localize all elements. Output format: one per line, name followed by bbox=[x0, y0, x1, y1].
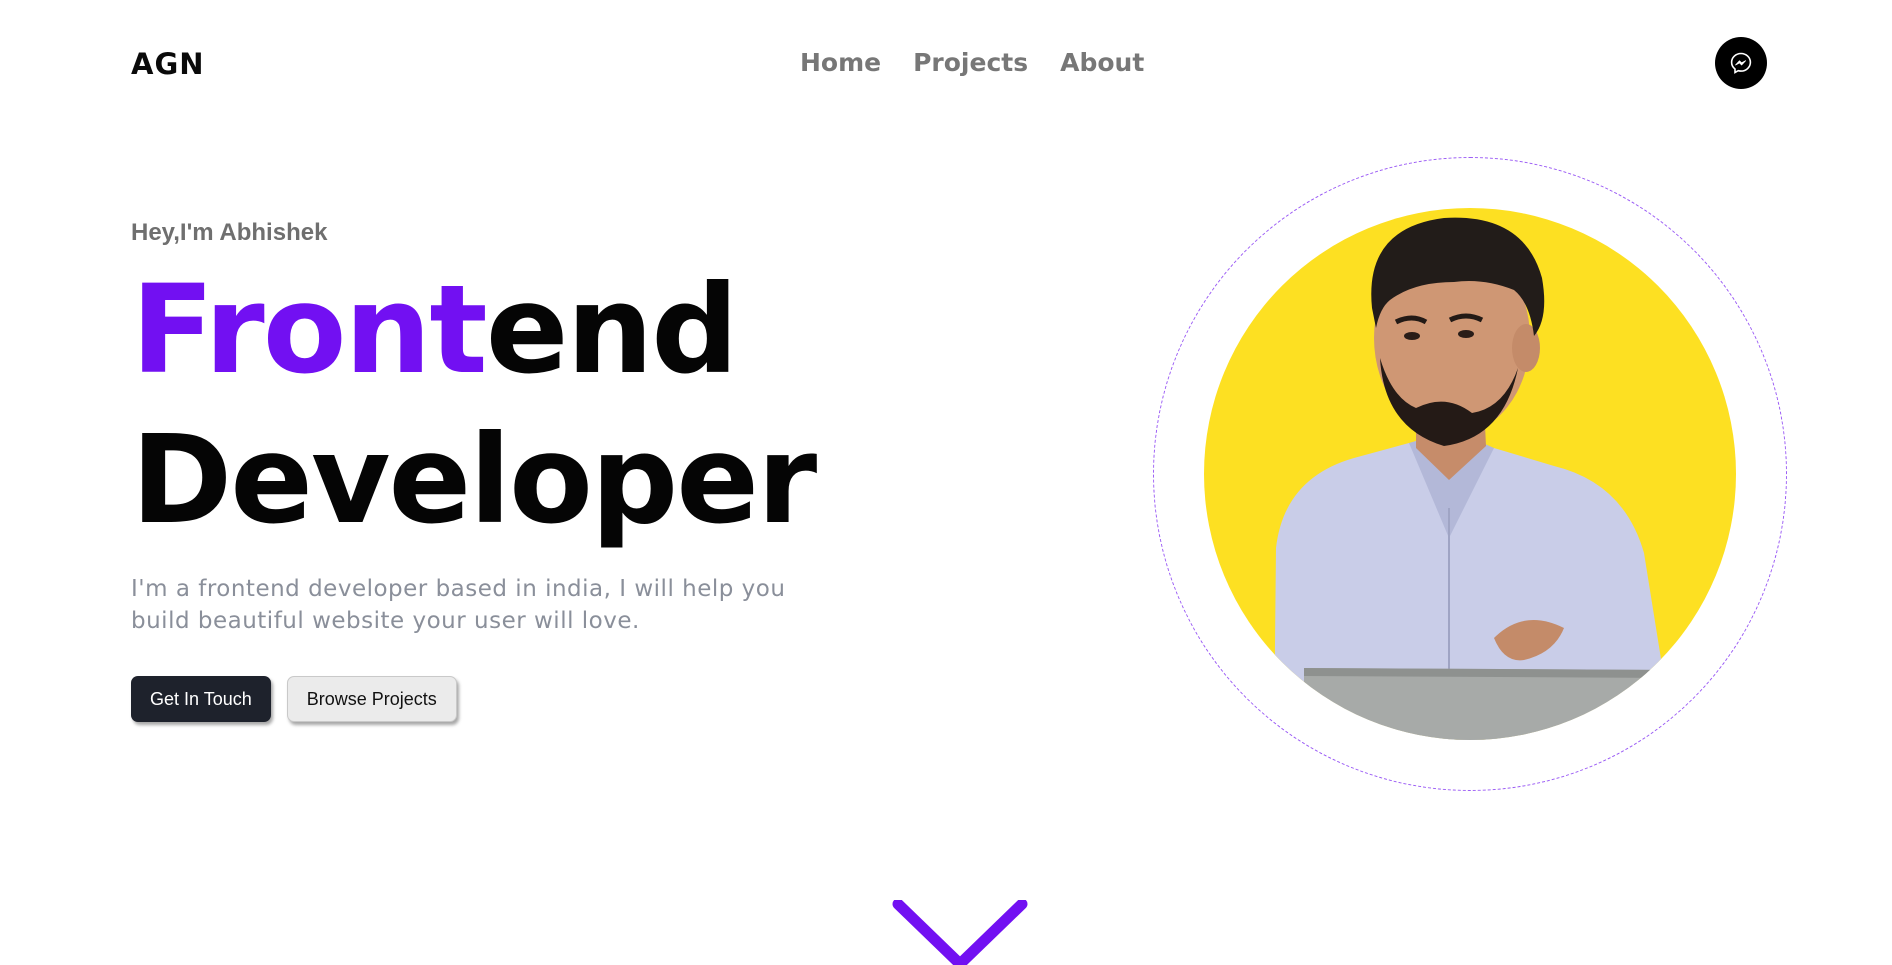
hero-actions: Get In Touch Browse Projects bbox=[131, 676, 457, 722]
main-nav: Home Projects About bbox=[800, 48, 1144, 77]
get-in-touch-button[interactable]: Get In Touch bbox=[131, 676, 271, 722]
portfolio-page: AGN Home Projects About Hey,I'm Abhishek… bbox=[0, 0, 1892, 965]
hero-description: I'm a frontend developer based in india,… bbox=[131, 576, 786, 634]
nav-link-home[interactable]: Home bbox=[800, 48, 881, 77]
site-logo[interactable]: AGN bbox=[131, 47, 205, 81]
hero-headline: Frontend Developer bbox=[131, 255, 817, 555]
profile-photo bbox=[1204, 208, 1736, 740]
chevron-down-icon[interactable] bbox=[892, 900, 1028, 965]
headline-line2: Developer bbox=[131, 409, 817, 551]
headline-rest: end bbox=[485, 259, 739, 401]
messenger-button[interactable] bbox=[1715, 37, 1767, 89]
nav-link-about[interactable]: About bbox=[1060, 48, 1144, 77]
hero-greeting: Hey,I'm Abhishek bbox=[131, 219, 328, 246]
nav-link-projects[interactable]: Projects bbox=[913, 48, 1028, 77]
messenger-icon bbox=[1730, 52, 1752, 74]
browse-projects-button[interactable]: Browse Projects bbox=[286, 676, 457, 722]
headline-accent: Front bbox=[131, 259, 488, 401]
